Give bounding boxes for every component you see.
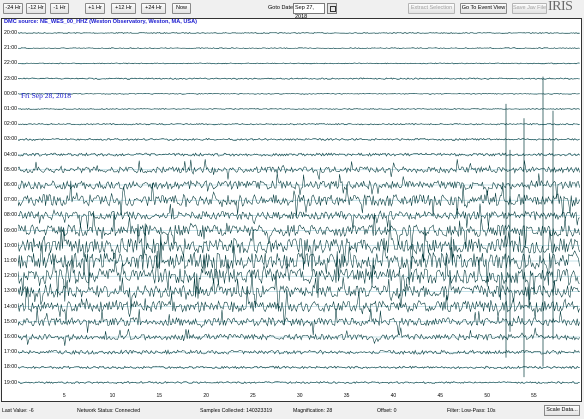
hour-label: 15:00 <box>4 318 17 325</box>
offset-text: Offset: 0 <box>377 408 397 414</box>
now-button[interactable]: Now <box>172 3 191 14</box>
trace-line <box>18 327 580 346</box>
hour-label: 07:00 <box>4 197 17 204</box>
scale-data-button[interactable]: Scale Data... <box>544 405 580 416</box>
plus-12-hour-button[interactable]: +12 Hr <box>111 3 136 14</box>
minute-tick-label: 20 <box>203 393 209 399</box>
go-to-event-view-button[interactable]: Go To Event View <box>460 3 507 14</box>
hour-label: 06:00 <box>4 182 17 188</box>
hour-label: 08:00 <box>4 212 17 219</box>
minus-1-hour-button[interactable]: -1 Hr <box>50 3 69 14</box>
minute-tick-label: 30 <box>297 393 303 399</box>
iris-logo: IRIS <box>548 0 573 14</box>
plus-1-hour-button[interactable]: +1 Hr <box>85 3 105 14</box>
hour-label: 20:00 <box>4 30 17 36</box>
last-value-text: Last Value: -6 <box>2 408 34 414</box>
hour-label: 13:00 <box>4 288 17 295</box>
save-file-button[interactable]: Save Jav File <box>512 3 547 14</box>
hour-label: 23:00 <box>4 75 17 82</box>
trace-line <box>18 203 580 230</box>
hour-label: 21:00 <box>4 45 17 52</box>
hour-label: 11:00 <box>4 258 17 264</box>
trace-line <box>18 32 580 34</box>
hour-label: 04:00 <box>4 151 17 158</box>
minute-tick-label: 55 <box>531 393 537 399</box>
hour-label: 10:00 <box>4 242 17 249</box>
hour-label: 01:00 <box>4 106 17 112</box>
plus-24-hour-button[interactable]: +24 Hr <box>141 3 166 14</box>
hour-label: 12:00 <box>4 273 17 280</box>
hour-label: 22:00 <box>4 60 17 67</box>
minute-tick-label: 5 <box>62 393 66 399</box>
plot-title: DMC source: NE_WES_00_HHZ (Weston Observ… <box>3 19 199 25</box>
hour-label: 03:00 <box>4 136 17 143</box>
seismogram-traces <box>18 32 580 384</box>
goto-date-input[interactable]: Sep 27, 2018 <box>293 3 325 20</box>
minute-tick-label: 45 <box>437 393 444 399</box>
hour-label: 17:00 <box>4 349 17 356</box>
hour-label: 14:00 <box>4 303 17 310</box>
trace-line <box>18 307 580 336</box>
hour-label: 18:00 <box>4 364 17 371</box>
extract-selection-button[interactable]: Extract Selection <box>408 3 455 14</box>
minute-tick-label: 35 <box>343 393 350 399</box>
trace-line <box>18 159 580 180</box>
minus-24-hour-button[interactable]: -24 Hr <box>3 3 23 14</box>
goto-date-label: Goto Date: <box>268 5 295 11</box>
hour-label: 00:00 <box>4 90 17 97</box>
toolbar: -24 Hr -12 Hr -1 Hr +1 Hr +12 Hr +24 Hr … <box>0 0 584 20</box>
minute-tick-label: 10 <box>109 393 116 399</box>
hour-label: 19:00 <box>4 379 17 386</box>
samples-collected-text: Samples Collected: 140323319 <box>200 408 273 414</box>
magnification-text: Magnification: 28 <box>293 408 333 414</box>
calendar-icon[interactable] <box>327 3 337 14</box>
minute-tick-label: 40 <box>390 393 397 399</box>
minute-tick-label: 50 <box>484 393 490 399</box>
filter-text: Filter: Low-Pass: 10s <box>447 408 496 414</box>
hour-label: 16:00 <box>4 334 17 340</box>
network-status-text: Network Status: Connected <box>77 408 141 414</box>
minute-tick-label: 25 <box>250 393 256 399</box>
minus-12-hour-button[interactable]: -12 Hr <box>26 3 46 14</box>
hour-label: 02:00 <box>4 121 17 128</box>
hour-label: 09:00 <box>4 227 17 234</box>
hour-label: 05:00 <box>4 166 17 173</box>
trace-line <box>18 288 580 326</box>
date-marker: Fri Sep 28, 2018 <box>21 91 72 100</box>
minute-tick-label: 15 <box>156 393 163 399</box>
